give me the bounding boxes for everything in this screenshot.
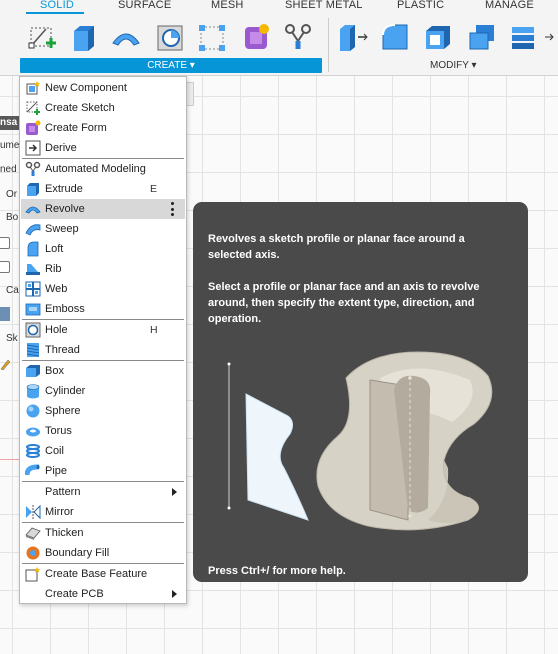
revolve-tooltip: Revolves a sketch profile or planar face…: [193, 202, 528, 582]
browser-fragment: Sk: [6, 333, 18, 344]
new-component-icon: [25, 80, 41, 96]
menu-item-create-pcb[interactable]: Create PCB: [21, 584, 185, 604]
fillet-tool-icon[interactable]: [379, 20, 411, 54]
create-dropdown-menu: New Component Create Sketch Create Form …: [19, 76, 187, 604]
submenu-arrow-icon: [172, 590, 177, 598]
browser-fragment: Bo: [6, 212, 19, 223]
revolve-tool-icon[interactable]: [110, 20, 142, 54]
menu-item-derive[interactable]: Derive: [21, 138, 185, 158]
create-sketch-icon: [25, 100, 41, 116]
revolve-illustration: [227, 351, 493, 531]
menu-item-sphere[interactable]: Sphere: [21, 401, 185, 421]
browser-fragment: Or: [6, 189, 18, 200]
active-tab-indicator: [26, 12, 84, 14]
loft-icon: [25, 241, 41, 257]
checkbox[interactable]: [0, 261, 10, 273]
emboss-icon: [25, 301, 41, 317]
axis-line: [0, 459, 20, 460]
menu-item-loft[interactable]: Loft: [21, 239, 185, 259]
web-icon: [25, 281, 41, 297]
create-base-feature-icon: [25, 566, 41, 582]
create-menu-button[interactable]: CREATE ▾: [20, 58, 322, 73]
menu-item-web[interactable]: Web: [21, 279, 185, 299]
menu-item-mirror[interactable]: Mirror: [21, 502, 185, 522]
thumbnail-icon: [0, 307, 10, 321]
pencil-icon: [0, 358, 11, 371]
tab-manage[interactable]: MANAGE: [485, 0, 534, 13]
mirror-icon: [25, 504, 41, 520]
combine-tool-icon[interactable]: [466, 20, 498, 54]
automated-modeling-tool-icon[interactable]: [282, 20, 314, 54]
create-form-icon: [25, 120, 41, 136]
browser-panel-header: nsa: [0, 116, 20, 130]
tooltip-title: Revolves a sketch profile or planar face…: [208, 233, 465, 261]
derive-icon: [25, 140, 41, 156]
menu-item-box[interactable]: Box: [21, 361, 185, 381]
browser-fragment: ned V: [0, 164, 20, 175]
menu-item-create-sketch[interactable]: Create Sketch: [21, 98, 185, 118]
menu-item-cylinder[interactable]: Cylinder: [21, 381, 185, 401]
modify-menu-button[interactable]: MODIFY ▾: [430, 60, 477, 71]
menu-item-extrude[interactable]: Extrude E: [21, 179, 185, 199]
menu-item-revolve[interactable]: Revolve: [21, 199, 185, 219]
submenu-arrow-icon: [172, 488, 177, 496]
press-pull-tool-icon[interactable]: [336, 20, 368, 54]
browser-fragment: Ca: [6, 285, 19, 296]
box-icon: [25, 363, 41, 379]
more-options-icon[interactable]: [171, 202, 174, 216]
cylinder-icon: [25, 383, 41, 399]
extrude-tool-icon[interactable]: [68, 20, 100, 54]
automated-modeling-icon: [25, 161, 41, 177]
menu-item-torus[interactable]: Torus: [21, 421, 185, 441]
sweep-icon: [25, 221, 41, 237]
menu-item-thread[interactable]: Thread: [21, 340, 185, 360]
create-sketch-tool-icon[interactable]: [26, 20, 58, 54]
tooltip-help-hint: Press Ctrl+/ for more help.: [208, 565, 346, 577]
sphere-icon: [25, 403, 41, 419]
hole-icon: [25, 322, 41, 338]
rib-icon: [25, 261, 41, 277]
menu-item-create-base-feature[interactable]: Create Base Feature: [21, 564, 185, 584]
pipe-icon: [25, 463, 41, 479]
menu-item-automated-modeling[interactable]: Automated Modeling: [21, 159, 185, 179]
thread-icon: [25, 342, 41, 358]
toolbar-divider: [328, 18, 329, 72]
form-tool-icon[interactable]: [240, 20, 272, 54]
menu-item-hole[interactable]: Hole H: [21, 320, 185, 340]
more-tools-arrow-icon[interactable]: [540, 20, 558, 54]
coil-icon: [25, 443, 41, 459]
tab-sheet-metal[interactable]: SHEET METAL: [285, 0, 363, 13]
checkbox[interactable]: [0, 237, 10, 249]
menu-item-thicken[interactable]: Thicken: [21, 523, 185, 543]
menu-item-pipe[interactable]: Pipe: [21, 461, 185, 481]
tab-surface[interactable]: SURFACE: [118, 0, 171, 13]
torus-icon: [25, 423, 41, 439]
align-tool-icon[interactable]: [508, 20, 540, 54]
shortcut-label: E: [150, 183, 158, 195]
menu-item-emboss[interactable]: Emboss: [21, 299, 185, 319]
shortcut-label: H: [150, 324, 158, 336]
menu-item-create-form[interactable]: Create Form: [21, 118, 185, 138]
menu-item-pattern[interactable]: Pattern: [21, 482, 185, 502]
menu-item-coil[interactable]: Coil: [21, 441, 185, 461]
pattern-tool-icon[interactable]: [196, 20, 228, 54]
tab-mesh[interactable]: MESH: [211, 0, 244, 13]
browser-fragment: ume: [0, 140, 20, 151]
tooltip-body: Select a profile or planar face and an a…: [208, 281, 480, 325]
extrude-icon: [25, 181, 41, 197]
toolbar: SOLID SURFACE MESH SHEET METAL PLASTIC M…: [0, 0, 558, 76]
revolve-icon: [25, 201, 41, 217]
menu-item-sweep[interactable]: Sweep: [21, 219, 185, 239]
menu-item-rib[interactable]: Rib: [21, 259, 185, 279]
menu-item-new-component[interactable]: New Component: [21, 78, 185, 98]
hole-tool-icon[interactable]: [154, 20, 186, 54]
tab-plastic[interactable]: PLASTIC: [397, 0, 444, 13]
menu-item-boundary-fill[interactable]: Boundary Fill: [21, 543, 185, 563]
thicken-icon: [25, 525, 41, 541]
boundary-fill-icon: [25, 545, 41, 561]
shell-tool-icon[interactable]: [422, 20, 454, 54]
